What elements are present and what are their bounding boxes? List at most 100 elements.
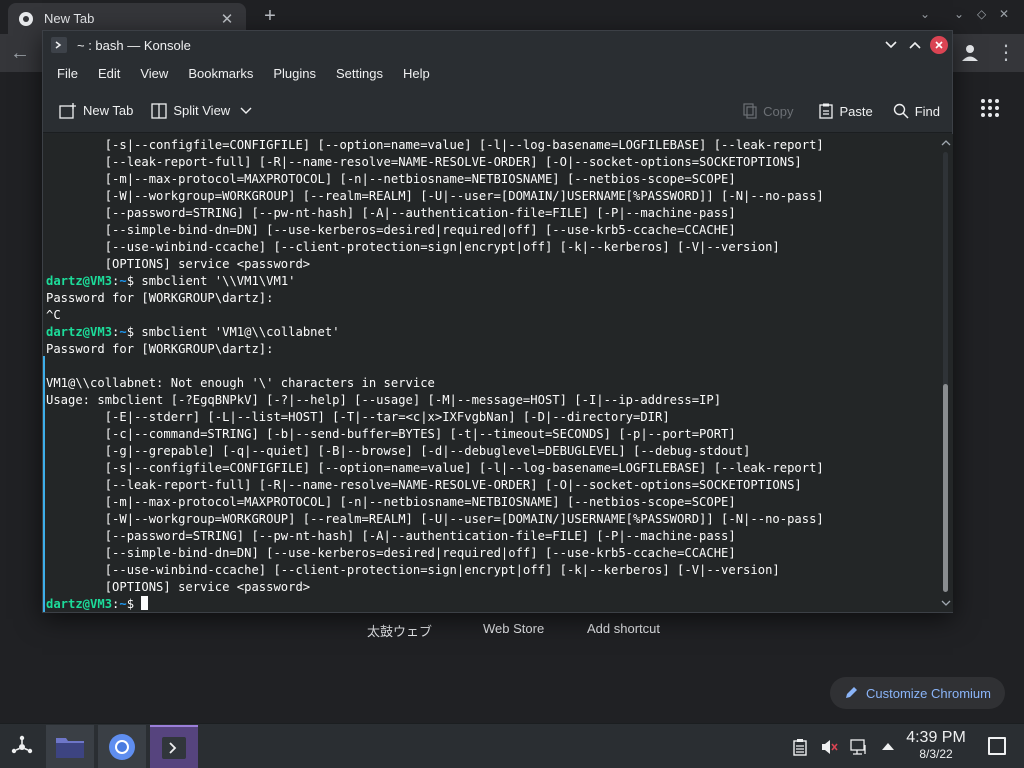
output-text: Usage: smbclient [-?EgqBNPkV] [-?|--help… — [46, 393, 722, 407]
output-text: [-E|--stderr] [-L|--list=HOST] [-T|--tar… — [46, 410, 670, 424]
new-tab-button[interactable]: + — [258, 5, 282, 29]
output-text: Password for [WORKGROUP\dartz]: — [46, 342, 274, 356]
konsole-titlebar[interactable]: ~ : bash — Konsole — [43, 31, 952, 59]
customize-chromium-button[interactable]: Customize Chromium — [830, 677, 1005, 709]
menu-view[interactable]: View — [130, 59, 178, 89]
terminal-line: [--use-winbind-ccache] [--client-protect… — [46, 239, 938, 256]
terminal-output[interactable]: [-s|--configfile=CONFIGFILE] [--option=n… — [43, 134, 938, 612]
paste-label: Paste — [839, 103, 873, 119]
terminal-scrollbar[interactable] — [938, 134, 953, 612]
menu-plugins[interactable]: Plugins — [263, 59, 326, 89]
terminal-line: [-g|--grepable] [-q|--quiet] [-B|--brows… — [46, 443, 938, 460]
prompt-path: ~ — [119, 597, 127, 611]
maximize-icon[interactable]: ◇ — [977, 7, 986, 21]
clock-date: 8/3/22 — [919, 747, 953, 761]
scroll-down-icon[interactable] — [938, 596, 953, 610]
prompt-path: ~ — [119, 274, 127, 288]
terminal-line: [--simple-bind-dn=DN] [--use-kerberos=de… — [46, 545, 938, 562]
terminal-line: [-W|--workgroup=WORKGROUP] [--realm=REAL… — [46, 511, 938, 528]
scrollbar-thumb[interactable] — [943, 384, 948, 592]
output-text: [--password=STRING] [--pw-nt-hash] [-A|-… — [46, 206, 736, 220]
tab-close-icon[interactable]: ✕ — [218, 10, 236, 28]
chevron-down-icon — [240, 107, 252, 114]
volume-muted-icon[interactable] — [820, 738, 838, 756]
find-button[interactable]: Find — [887, 103, 946, 119]
terminal-lines: [-s|--configfile=CONFIGFILE] [--option=n… — [43, 137, 938, 612]
menu-edit[interactable]: Edit — [88, 59, 130, 89]
prompt-user: dartz@VM3 — [46, 274, 113, 288]
pencil-icon — [846, 687, 857, 698]
taskbar-files[interactable] — [46, 725, 94, 768]
command-text: smbclient 'VM1@\\collabnet' — [134, 325, 340, 339]
output-text: [OPTIONS] service <password> — [46, 580, 311, 594]
new-tab-button[interactable]: New Tab — [53, 102, 139, 119]
output-text: [-W|--workgroup=WORKGROUP] [--realm=REAL… — [46, 189, 824, 203]
menu-help[interactable]: Help — [393, 59, 440, 89]
terminal-line: [-s|--configfile=CONFIGFILE] [--option=n… — [46, 137, 938, 154]
minimize-icon[interactable]: ⌄ — [954, 7, 964, 21]
scrollbar-track[interactable] — [943, 152, 948, 592]
network-wired-icon[interactable] — [850, 738, 868, 756]
terminal-line: [-s|--configfile=CONFIGFILE] [--option=n… — [46, 460, 938, 477]
command-text — [134, 597, 141, 611]
minimize-icon[interactable] — [882, 36, 900, 54]
maximize-icon[interactable] — [906, 36, 924, 54]
clock-time: 4:39 PM — [906, 729, 966, 746]
scroll-up-icon[interactable] — [938, 136, 953, 150]
taskbar-konsole[interactable] — [150, 725, 198, 768]
output-text: [--use-winbind-ccache] [--client-protect… — [46, 240, 780, 254]
back-arrow-icon[interactable]: ← — [10, 42, 30, 65]
output-text: [--simple-bind-dn=DN] [--use-kerberos=de… — [46, 223, 736, 237]
terminal-line: Password for [WORKGROUP\dartz]: — [46, 341, 938, 358]
copy-button[interactable]: Copy — [737, 103, 799, 119]
apps-grid-icon[interactable] — [980, 98, 1000, 118]
terminal-line: [--leak-report-full] [-R|--name-resolve=… — [46, 154, 938, 171]
konsole-icon — [162, 736, 186, 759]
terminal-line: [OPTIONS] service <password> — [46, 256, 938, 273]
window-title: ~ : bash — Konsole — [77, 37, 191, 53]
tray-expand-icon[interactable] — [879, 738, 897, 756]
terminal-line: Usage: smbclient [-?EgqBNPkV] [-?|--help… — [46, 392, 938, 409]
app-launcher-icon[interactable] — [8, 733, 36, 761]
output-text: [--leak-report-full] [-R|--name-resolve=… — [46, 155, 802, 169]
close-icon[interactable]: ✕ — [999, 7, 1009, 21]
terminal-line: [-m|--max-protocol=MAXPROTOCOL] [-n|--ne… — [46, 494, 938, 511]
profile-icon[interactable] — [958, 42, 982, 64]
clock[interactable]: 4:39 PM 8/3/22 — [902, 729, 970, 762]
command-marker — [43, 356, 45, 612]
konsole-toolbar: New Tab Split View Copy Paste Find — [43, 89, 952, 133]
add-shortcut-button[interactable]: Add shortcut — [587, 621, 660, 636]
terminal-line: [-m|--max-protocol=MAXPROTOCOL] [-n|--ne… — [46, 171, 938, 188]
tab-search-icon[interactable]: ⌄ — [920, 7, 930, 21]
menu-settings[interactable]: Settings — [326, 59, 393, 89]
chromium-icon — [109, 733, 135, 760]
output-text: [OPTIONS] service <password> — [46, 257, 311, 271]
terminal-line: dartz@VM3:~$ smbclient '\\VM1\VM1' — [46, 274, 296, 288]
menu-bookmarks[interactable]: Bookmarks — [178, 59, 263, 89]
copy-icon — [743, 103, 757, 119]
output-text: [-W|--workgroup=WORKGROUP] [--realm=REAL… — [46, 512, 824, 526]
search-icon — [893, 103, 909, 119]
prompt-user: dartz@VM3 — [46, 597, 113, 611]
output-text: Password for [WORKGROUP\dartz]: — [46, 291, 274, 305]
tab-title: New Tab — [44, 11, 95, 26]
clipboard-icon[interactable] — [791, 738, 809, 756]
new-tab-label: New Tab — [83, 103, 134, 118]
split-view-button[interactable]: Split View — [145, 102, 258, 119]
menu-file[interactable]: File — [47, 59, 88, 89]
close-icon[interactable] — [930, 36, 948, 54]
terminal-line: [OPTIONS] service <password> — [46, 579, 938, 596]
output-text: [-g|--grepable] [-q|--quiet] [-B|--brows… — [46, 444, 751, 458]
output-text: [--simple-bind-dn=DN] [--use-kerberos=de… — [46, 546, 736, 560]
taskbar-chromium[interactable] — [98, 725, 146, 768]
konsole-app-icon[interactable] — [51, 37, 67, 53]
browser-menu-icon[interactable]: ⋮ — [994, 40, 1018, 65]
paste-button[interactable]: Paste — [813, 103, 878, 119]
shortcut-web-store[interactable]: Web Store — [483, 621, 544, 636]
customize-label: Customize Chromium — [866, 685, 991, 701]
show-desktop-icon[interactable] — [988, 737, 1006, 755]
terminal-line: ^C — [46, 307, 938, 324]
shortcut-taiko-web[interactable]: 太鼓ウェブ — [367, 621, 432, 640]
terminal-line: dartz@VM3:~$ — [46, 596, 938, 612]
